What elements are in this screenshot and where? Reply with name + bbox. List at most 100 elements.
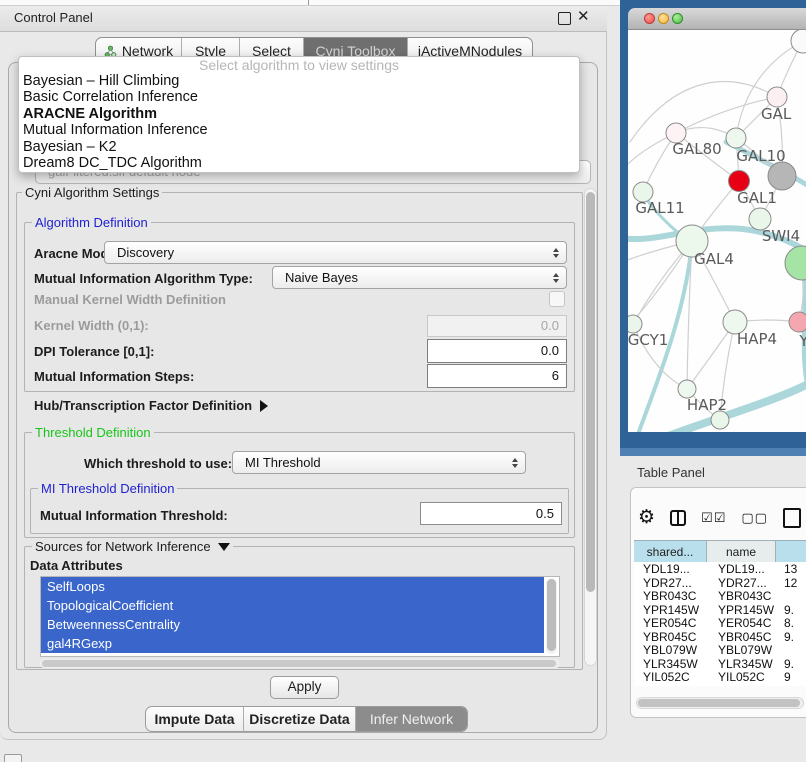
gear-icon[interactable]: ⚙ xyxy=(638,504,655,532)
table-hscrollbar-thumb[interactable] xyxy=(638,699,800,707)
attribute-item-gal4rgexp[interactable]: gal4RGexp xyxy=(41,634,544,653)
checked-boxes-icon[interactable]: ☑☑ xyxy=(701,510,726,526)
float-window-icon[interactable] xyxy=(558,12,571,25)
cell-value: 9. xyxy=(776,630,806,644)
aracne-mode-combo[interactable]: Discovery xyxy=(104,241,567,264)
node-gal-partial[interactable] xyxy=(767,87,787,107)
algorithm-dropdown-popup: Select algorithm to view settings Bayesi… xyxy=(18,56,580,173)
algorithm-option-bayesian-k2[interactable]: Bayesian – K2 xyxy=(19,139,579,155)
chevron-down-icon xyxy=(218,543,230,551)
algorithm-dropdown-prompt: Select algorithm to view settings xyxy=(19,58,579,73)
table-row[interactable]: YBR043CYBR043C xyxy=(634,589,806,603)
node-gray[interactable] xyxy=(768,162,796,190)
cell-shared-name: YDL19... xyxy=(634,562,707,576)
cell-value: 9. xyxy=(776,603,806,617)
cell-shared-name: YBL079W xyxy=(634,643,707,657)
sources-group-title: Sources for Network Inference xyxy=(35,539,211,554)
top-divider-tick xyxy=(308,0,309,5)
cell-shared-name: YIL052C xyxy=(634,670,707,684)
bottom-tab-discretize-data[interactable]: Discretize Data xyxy=(244,707,356,731)
network-canvas[interactable]: GALGAL80GAL10GAL1GAL11SWI4GAL4GCY1HAP4YH… xyxy=(628,30,806,432)
algorithm-option-aracne-algorithm[interactable]: ARACNE Algorithm xyxy=(19,106,579,122)
table-header-row: shared...name xyxy=(634,540,806,564)
partial-panel-icon[interactable] xyxy=(783,508,801,528)
settings-scrollbar-thumb[interactable] xyxy=(586,192,595,592)
table-row[interactable]: YER054CYER054C8. xyxy=(634,616,806,630)
cell-shared-name: YBR045C xyxy=(634,630,707,644)
window-minimize-traffic-light[interactable] xyxy=(658,13,669,24)
node-gal11-label: GAL11 xyxy=(635,199,684,217)
mi-type-combo[interactable]: Naive Bayes xyxy=(272,266,567,289)
mi-type-label: Mutual Information Algorithm Type: xyxy=(34,271,253,286)
table-header-shared[interactable]: shared... xyxy=(634,541,707,563)
attributes-hscrollbar-thumb[interactable] xyxy=(42,660,556,667)
cell-name: YPR145W xyxy=(707,603,776,617)
data-attributes-list[interactable]: SelfLoopsTopologicalCoefficientBetweenne… xyxy=(40,576,560,657)
which-threshold-combo[interactable]: MI Threshold xyxy=(232,451,526,474)
algorithm-option-dream8-dc-tdc-algorithm[interactable]: Dream8 DC_TDC Algorithm xyxy=(19,155,579,171)
algorithm-option-mutual-information-inference[interactable]: Mutual Information Inference xyxy=(19,122,579,138)
node-pink[interactable] xyxy=(789,312,806,332)
attributes-vscrollbar-thumb[interactable] xyxy=(547,579,556,651)
bottom-tab-bar: Impute DataDiscretize DataInfer Network xyxy=(145,706,468,732)
screen: Control Panel ✕ NetworkStyleSelectCyni T… xyxy=(0,0,806,762)
bottom-tab-infer-network[interactable]: Infer Network xyxy=(356,707,467,731)
algorithm-option-bayesian-hill-climbing[interactable]: Bayesian – Hill Climbing xyxy=(19,73,579,89)
cell-value xyxy=(776,643,806,657)
cell-name: YBR043C xyxy=(707,589,776,603)
chevron-right-icon xyxy=(260,400,268,412)
data-attributes-label: Data Attributes xyxy=(30,558,123,573)
table-row[interactable]: YPR145WYPR145W9. xyxy=(634,603,806,617)
node-green[interactable] xyxy=(785,246,806,280)
table-header-col3[interactable] xyxy=(776,541,806,563)
algorithm-option-basic-correlation-inference[interactable]: Basic Correlation Inference xyxy=(19,89,579,105)
node-top-partial[interactable] xyxy=(791,30,806,53)
table-rows: YDL19...YDL19...13YDR27...YDR27...12YBR0… xyxy=(634,562,806,686)
attribute-item-betweennesscentrality[interactable]: BetweennessCentrality xyxy=(41,615,544,634)
cell-shared-name: YER054C xyxy=(634,616,707,630)
network-edge[interactable] xyxy=(630,82,777,142)
table-row[interactable]: YDR27...YDR27...12 xyxy=(634,576,806,590)
table-row[interactable]: YBL079WYBL079W xyxy=(634,643,806,657)
table-row[interactable]: YDL19...YDL19...13 xyxy=(634,562,806,576)
algorithm-definition-title: Algorithm Definition xyxy=(32,215,151,230)
sources-group-toggle[interactable]: Sources for Network Inference xyxy=(32,539,233,554)
table-header-name[interactable]: name xyxy=(707,541,776,563)
apply-button[interactable]: Apply xyxy=(270,676,339,699)
cell-shared-name: YLR345W xyxy=(634,657,707,671)
table-row[interactable]: YIL052CYIL052C9 xyxy=(634,670,806,684)
dpi-tolerance-field[interactable]: 0.0 xyxy=(427,339,567,363)
table-row[interactable]: YBR045CYBR045C9. xyxy=(634,630,806,644)
cell-value: 9 xyxy=(776,670,806,684)
hub-definition-toggle[interactable]: Hub/Transcription Factor Definition xyxy=(34,398,268,413)
attribute-item-topologicalcoefficient[interactable]: TopologicalCoefficient xyxy=(41,596,544,615)
mi-steps-field[interactable]: 6 xyxy=(427,364,567,388)
network-edge[interactable] xyxy=(736,41,803,138)
node-gal10-label: GAL10 xyxy=(736,147,785,165)
node-pink-label: Y xyxy=(798,332,806,350)
node-gal80-label: GAL80 xyxy=(672,140,721,158)
unchecked-boxes-icon[interactable]: ▢▢ xyxy=(741,510,768,526)
table-row[interactable]: YLR345WYLR345W9. xyxy=(634,657,806,671)
attribute-item-selfloops[interactable]: SelfLoops xyxy=(41,577,544,596)
cell-shared-name: YDR27... xyxy=(634,576,707,590)
manual-kernel-checkbox[interactable] xyxy=(549,291,565,307)
node-hap2-label: HAP2 xyxy=(687,396,727,414)
split-columns-icon[interactable] xyxy=(670,510,686,526)
cell-name: YBL079W xyxy=(707,643,776,657)
cell-value: 13 xyxy=(776,562,806,576)
table-toolbar: ⚙ ☑☑ ▢▢ xyxy=(638,503,801,533)
mi-threshold-field[interactable]: 0.5 xyxy=(420,502,562,525)
window-close-traffic-light[interactable] xyxy=(644,13,655,24)
hub-definition-label: Hub/Transcription Factor Definition xyxy=(34,398,252,413)
table-panel-title: Table Panel xyxy=(637,465,705,480)
window-zoom-traffic-light[interactable] xyxy=(672,13,683,24)
cell-value: 8. xyxy=(776,616,806,630)
node-gcy1-label: GCY1 xyxy=(628,331,668,349)
bottom-tab-impute-data[interactable]: Impute Data xyxy=(146,707,244,731)
network-view-background-edge xyxy=(620,448,806,456)
panel-grip-icon[interactable] xyxy=(4,754,22,762)
node-gal10[interactable] xyxy=(726,128,746,148)
cyni-settings-group-title: Cyni Algorithm Settings xyxy=(22,185,162,200)
close-icon[interactable]: ✕ xyxy=(577,7,590,25)
